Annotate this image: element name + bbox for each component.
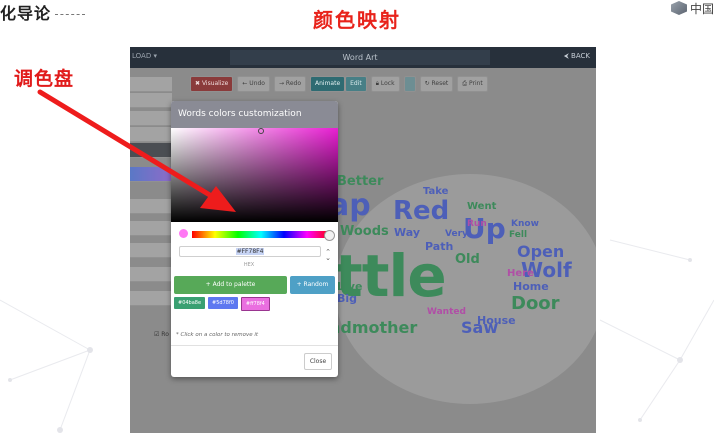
cloud-word[interactable]: Home [513,280,549,293]
palette-annotation-label: 调色盘 [14,68,75,90]
visualize-icon: ✖ [195,80,202,87]
palette-list: #04ba8e #5d78f0 #ff78f4 [174,297,270,311]
format-toggle-icon[interactable]: ⌃ ⌄ [325,249,331,262]
window-title: Word Art [230,50,490,65]
back-arrow-icon: ⮜ [563,52,572,60]
cloud-word[interactable]: Better [337,174,383,189]
palette-note: * Click on a color to remove it [176,332,259,338]
left-panel-row[interactable] [130,243,172,258]
lock-label: Lock [380,80,395,87]
left-settings-panel: ☑ Ro [130,71,172,401]
left-panel-row[interactable] [130,221,172,236]
print-label: Print [468,80,483,87]
hue-row [179,229,335,241]
back-label: BACK [571,52,590,60]
hex-value: #FF78F4 [235,248,265,255]
palette-chip[interactable]: #ff78f4 [240,297,270,311]
brand-logo: 中国 [670,0,714,16]
word-cloud: Better ap Red Up Take Went Woods Way Ver… [329,174,596,404]
left-panel-row[interactable] [130,111,172,126]
left-panel-row[interactable] [130,127,172,142]
print-button[interactable]: ⎙ Print [457,76,488,92]
color-theme-preview[interactable] [130,167,172,182]
redo-icon: → [278,80,286,87]
dialog-title: Words colors customization [171,101,338,128]
cloud-word[interactable]: Door [511,293,560,314]
cloud-word[interactable]: Here [507,268,534,279]
hex-input[interactable]: #FF78F4 [179,246,321,257]
load-menu[interactable]: LOAD ▾ [132,52,157,60]
cloud-word[interactable]: Went [467,201,496,212]
redo-label: Redo [285,80,301,87]
hex-label: HEX [243,262,255,268]
app-topbar: LOAD ▾ Word Art ⮜ BACK [130,47,596,68]
logo-text: 中国 [689,1,714,16]
dialog-divider [171,345,338,346]
current-color-preview [179,229,188,238]
undo-button[interactable]: ← Undo [237,76,270,92]
cloud-word[interactable]: Wanted [427,307,466,317]
cloud-word[interactable]: Run [467,219,487,229]
redo-button[interactable]: → Redo [273,76,306,92]
cloud-word[interactable]: Big [337,292,357,305]
add-to-palette-button[interactable]: + Add to palette [174,276,287,294]
cloud-word[interactable]: Woods [340,224,389,239]
toolbar: ✖ Visualize ← Undo → Redo Animate Edit 🔒… [190,76,488,92]
palette-chip[interactable]: #04ba8e [174,297,206,309]
left-panel-row[interactable] [130,267,172,282]
left-panel-row[interactable] [130,199,172,214]
cube-logo-icon [670,1,687,15]
left-panel-row[interactable] [130,291,172,306]
reset-label: Reset [431,80,449,87]
close-button[interactable]: Close [304,353,332,370]
cloud-word[interactable]: Very [445,229,468,239]
saturation-value-picker[interactable] [171,128,338,222]
back-button[interactable]: ⮜ BACK [564,52,590,61]
words-colors-dialog: Words colors customization #FF78F4 HEX ⌃… [171,101,338,377]
visualize-button[interactable]: ✖ Visualize [190,76,234,92]
animate-tab[interactable]: Animate [310,76,346,92]
edit-tab[interactable]: Edit [345,76,367,92]
cloud-word[interactable]: Fell [509,230,527,240]
cloud-word[interactable]: Take [423,186,448,197]
left-panel-row[interactable] [130,77,172,92]
cloud-word[interactable]: Know [511,219,539,229]
hue-slider[interactable] [192,230,335,241]
cloud-word[interactable]: Saw [461,318,498,337]
undo-label: Undo [249,80,265,87]
hue-slider-knob[interactable] [324,230,335,241]
left-checkbox[interactable]: ☑ Ro [154,331,169,338]
cloud-word[interactable]: Way [394,226,420,239]
palette-chip[interactable]: #5d78f0 [208,297,238,309]
left-panel-row[interactable] [130,93,172,108]
left-panel-row-selected[interactable] [130,143,172,158]
print-icon: ⎙ [462,80,469,87]
reset-icon: ↻ [424,80,432,87]
cloud-word[interactable]: Old [455,252,480,267]
visualize-label: Visualize [201,80,229,87]
reset-button[interactable]: ↻ Reset [419,76,454,92]
cloud-word[interactable]: Red [393,196,449,226]
lock-button[interactable]: 🔒︎ Lock [370,76,400,92]
left-checkbox-label: Ro [161,331,169,338]
color-swatch-button[interactable] [403,76,416,92]
cloud-word[interactable]: ndmother [329,318,417,337]
random-color-button[interactable]: + Random [290,276,335,294]
picker-cursor[interactable] [258,128,264,134]
slide-title: 颜色映射 [313,8,401,32]
